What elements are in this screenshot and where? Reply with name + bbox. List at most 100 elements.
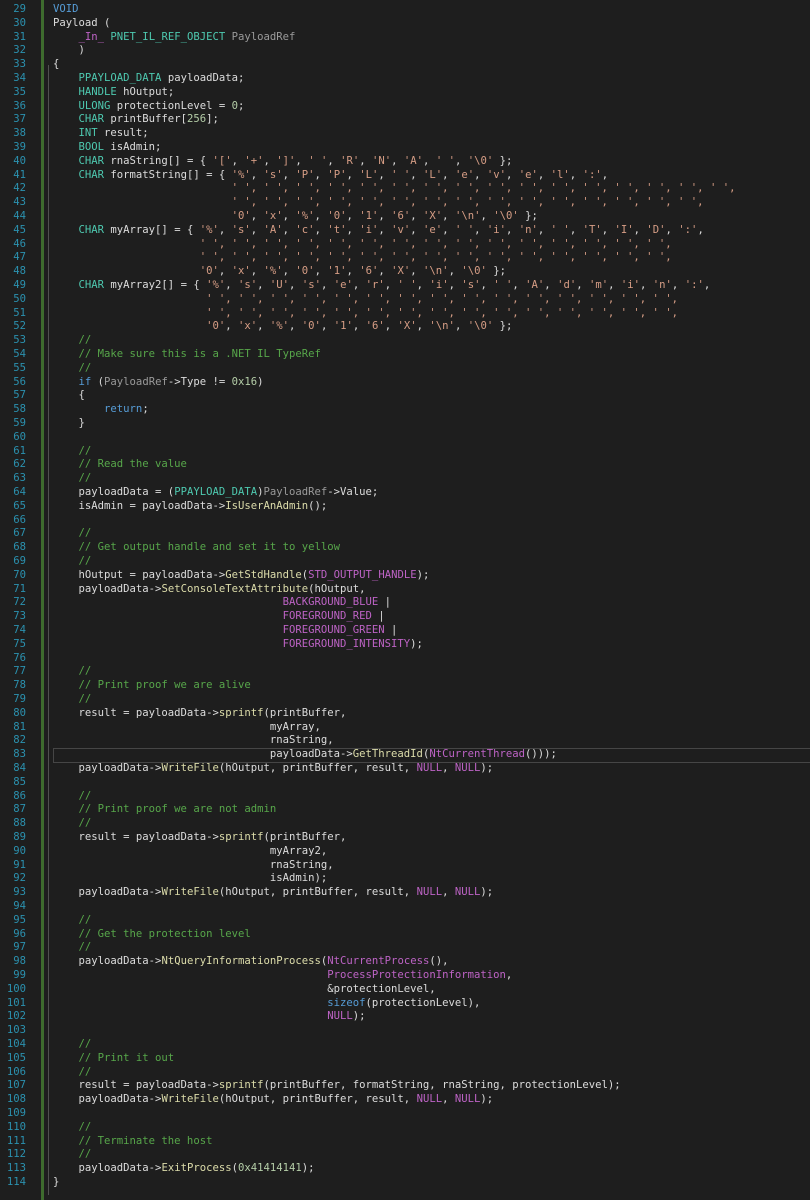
code-line[interactable]: 108 payloadData->WriteFile(hOutput, prin… bbox=[0, 1093, 810, 1107]
code-token: payloadData-> bbox=[53, 748, 353, 761]
code-line[interactable]: 57 { bbox=[0, 389, 810, 403]
code-token: 'A' bbox=[403, 154, 424, 167]
code-line[interactable]: 106 // bbox=[0, 1066, 810, 1080]
code-line[interactable]: 102 NULL); bbox=[0, 1010, 810, 1024]
code-token: rnaString, bbox=[53, 858, 334, 871]
code-line[interactable]: 99 ProcessProtectionInformation, bbox=[0, 969, 810, 983]
code-line[interactable]: 30 Payload ( bbox=[0, 17, 810, 31]
code-line[interactable]: 113 payloadData->ExitProcess(0x41414141)… bbox=[0, 1162, 810, 1176]
code-line[interactable]: 59 } bbox=[0, 417, 810, 431]
code-token: NtCurrentProcess bbox=[327, 955, 430, 968]
code-line[interactable]: 109 bbox=[0, 1107, 810, 1121]
code-line[interactable]: 70 hOutput = payloadData->GetStdHandle(S… bbox=[0, 569, 810, 583]
code-line[interactable]: 71 payloadData->SetConsoleTextAttribute(… bbox=[0, 583, 810, 597]
code-line[interactable]: 75 FOREGROUND_INTENSITY); bbox=[0, 638, 810, 652]
code-line[interactable]: 58 return; bbox=[0, 403, 810, 417]
code-line[interactable]: 101 sizeof(protectionLevel), bbox=[0, 997, 810, 1011]
code-line[interactable]: 31 _In_ PNET_IL_REF_OBJECT PayloadRef bbox=[0, 31, 810, 45]
code-token: 'i' bbox=[429, 279, 449, 291]
code-line[interactable]: 84 payloadData->WriteFile(hOutput, print… bbox=[0, 762, 810, 776]
code-line[interactable]: 80 result = payloadData->sprintf(printBu… bbox=[0, 707, 810, 721]
code-line[interactable]: 103 bbox=[0, 1024, 810, 1038]
code-line[interactable]: 87 // Print proof we are not admin bbox=[0, 803, 810, 817]
code-line[interactable]: 88 // bbox=[0, 817, 810, 831]
code-token: ); bbox=[480, 886, 494, 899]
code-line[interactable]: 36 ULONG protectionLevel = 0; bbox=[0, 100, 810, 114]
code-line[interactable]: 29 VOID bbox=[0, 3, 810, 17]
code-line[interactable]: 79 // bbox=[0, 693, 810, 707]
code-line[interactable]: 97 // bbox=[0, 941, 810, 955]
code-token: ); bbox=[352, 1010, 366, 1023]
code-editor[interactable]: 29 VOID 30 Payload (31 _In_ PNET_IL_REF_OBJ… bbox=[0, 0, 810, 1200]
code-line[interactable]: 48 '0', 'x', '%', '0', '1', '6', 'X', '\… bbox=[0, 265, 810, 279]
code-line[interactable]: 65 isAdmin = payloadData->IsUserAnAdmin(… bbox=[0, 500, 810, 514]
code-line[interactable]: 96 // Get the protection level bbox=[0, 928, 810, 942]
code-line[interactable]: 61 // bbox=[0, 445, 810, 459]
code-line[interactable]: 60 bbox=[0, 431, 810, 445]
code-line[interactable]: 73 FOREGROUND_RED | bbox=[0, 610, 810, 624]
code-line[interactable]: 52 '0', 'x', '%', '0', '1', '6', 'X', '\… bbox=[0, 320, 810, 334]
code-line[interactable]: 90 myArray2, bbox=[0, 845, 810, 859]
code-line[interactable]: 62 // Read the value bbox=[0, 458, 810, 472]
code-line[interactable]: 68 // Get output handle and set it to ye… bbox=[0, 541, 810, 555]
code-line[interactable]: 50 ' ', ' ', ' ', ' ', ' ', ' ', ' ', ' … bbox=[0, 293, 810, 307]
code-token: WriteFile bbox=[161, 1093, 219, 1106]
code-line[interactable]: 35 HANDLE hOutput; bbox=[0, 86, 810, 100]
code-line[interactable]: 112 // bbox=[0, 1148, 810, 1162]
code-line[interactable]: 77 // bbox=[0, 665, 810, 679]
code-line[interactable]: 81 myArray, bbox=[0, 721, 810, 735]
code-line[interactable]: 85 bbox=[0, 776, 810, 790]
code-line[interactable]: 66 bbox=[0, 514, 810, 528]
code-line[interactable]: 46 ' ', ' ', ' ', ' ', ' ', ' ', ' ', ' … bbox=[0, 238, 810, 252]
code-line[interactable]: 82 rnaString, bbox=[0, 734, 810, 748]
code-line[interactable]: 34 PPAYLOAD_DATA payloadData; bbox=[0, 72, 810, 86]
code-line[interactable]: 44 '0', 'x', '%', '0', '1', '6', 'X', '\… bbox=[0, 210, 810, 224]
code-line[interactable]: 40 CHAR rnaString[] = { '[', '+', ']', '… bbox=[0, 155, 810, 169]
code-line[interactable]: 114} bbox=[0, 1176, 810, 1190]
code-line[interactable]: 76 bbox=[0, 652, 810, 666]
code-line[interactable]: 83 payloadData->GetThreadId(NtCurrentThr… bbox=[0, 748, 810, 764]
code-line[interactable]: 110 // bbox=[0, 1121, 810, 1135]
code-line[interactable]: 41 CHAR formatString[] = { '%', 's', 'P'… bbox=[0, 169, 810, 183]
code-line[interactable]: 91 rnaString, bbox=[0, 859, 810, 873]
code-line[interactable]: 111 // Terminate the host bbox=[0, 1135, 810, 1149]
code-line[interactable]: 38 INT result; bbox=[0, 127, 810, 141]
code-line[interactable]: 93 payloadData->WriteFile(hOutput, print… bbox=[0, 886, 810, 900]
code-line[interactable]: 63 // bbox=[0, 472, 810, 486]
code-line[interactable]: 74 FOREGROUND_GREEN | bbox=[0, 624, 810, 638]
code-line[interactable]: 56 if (PayloadRef->Type != 0x16) bbox=[0, 376, 810, 390]
code-line[interactable]: 94 bbox=[0, 900, 810, 914]
code-line[interactable]: 89 result = payloadData->sprintf(printBu… bbox=[0, 831, 810, 845]
code-line[interactable]: 86 // bbox=[0, 790, 810, 804]
code-line[interactable]: 43 ' ', ' ', ' ', ' ', ' ', ' ', ' ', ' … bbox=[0, 196, 810, 210]
code-line[interactable]: 53 // bbox=[0, 334, 810, 348]
code-line[interactable]: 37 CHAR printBuffer[256]; bbox=[0, 113, 810, 127]
code-line[interactable]: 92 isAdmin); bbox=[0, 872, 810, 886]
code-line[interactable]: 98 payloadData->NtQueryInformationProces… bbox=[0, 955, 810, 969]
code-line[interactable]: 67 // bbox=[0, 527, 810, 541]
code-line[interactable]: 51 ' ', ' ', ' ', ' ', ' ', ' ', ' ', ' … bbox=[0, 307, 810, 321]
code-line[interactable]: 32 ) bbox=[0, 44, 810, 58]
code-line[interactable]: 69 // bbox=[0, 555, 810, 569]
code-line[interactable]: 55 // bbox=[0, 362, 810, 376]
code-line[interactable]: 45 CHAR myArray[] = { '%', 's', 'A', 'c'… bbox=[0, 224, 810, 238]
code-line[interactable]: 105 // Print it out bbox=[0, 1052, 810, 1066]
code-line[interactable]: 100 &protectionLevel, bbox=[0, 983, 810, 997]
code-line[interactable]: 72 BACKGROUND_BLUE | bbox=[0, 596, 810, 610]
code-line[interactable]: 54 // Make sure this is a .NET IL TypeRe… bbox=[0, 348, 810, 362]
code-token: BACKGROUND_BLUE bbox=[282, 596, 379, 609]
code-line[interactable]: 39 BOOL isAdmin; bbox=[0, 141, 810, 155]
code-line[interactable]: 95 // bbox=[0, 914, 810, 928]
code-line[interactable]: 104 // bbox=[0, 1038, 810, 1052]
code-line[interactable]: 107 result = payloadData->sprintf(printB… bbox=[0, 1079, 810, 1093]
code-line[interactable]: 47 ' ', ' ', ' ', ' ', ' ', ' ', ' ', ' … bbox=[0, 251, 810, 265]
line-number: 54 bbox=[13, 348, 26, 360]
code-line[interactable]: 64 payloadData = (PPAYLOAD_DATA)PayloadR… bbox=[0, 486, 810, 500]
code-line[interactable]: 42 ' ', ' ', ' ', ' ', ' ', ' ', ' ', ' … bbox=[0, 182, 810, 196]
code-line[interactable]: 78 // Print proof we are alive bbox=[0, 679, 810, 693]
line-number: 80 bbox=[13, 706, 26, 719]
code-token: , bbox=[314, 210, 328, 222]
code-line[interactable]: 49 CHAR myArray2[] = { '%', 's', 'U', 's… bbox=[0, 279, 810, 293]
code-line[interactable]: 33 { bbox=[0, 58, 810, 72]
code-token: , bbox=[505, 168, 519, 181]
